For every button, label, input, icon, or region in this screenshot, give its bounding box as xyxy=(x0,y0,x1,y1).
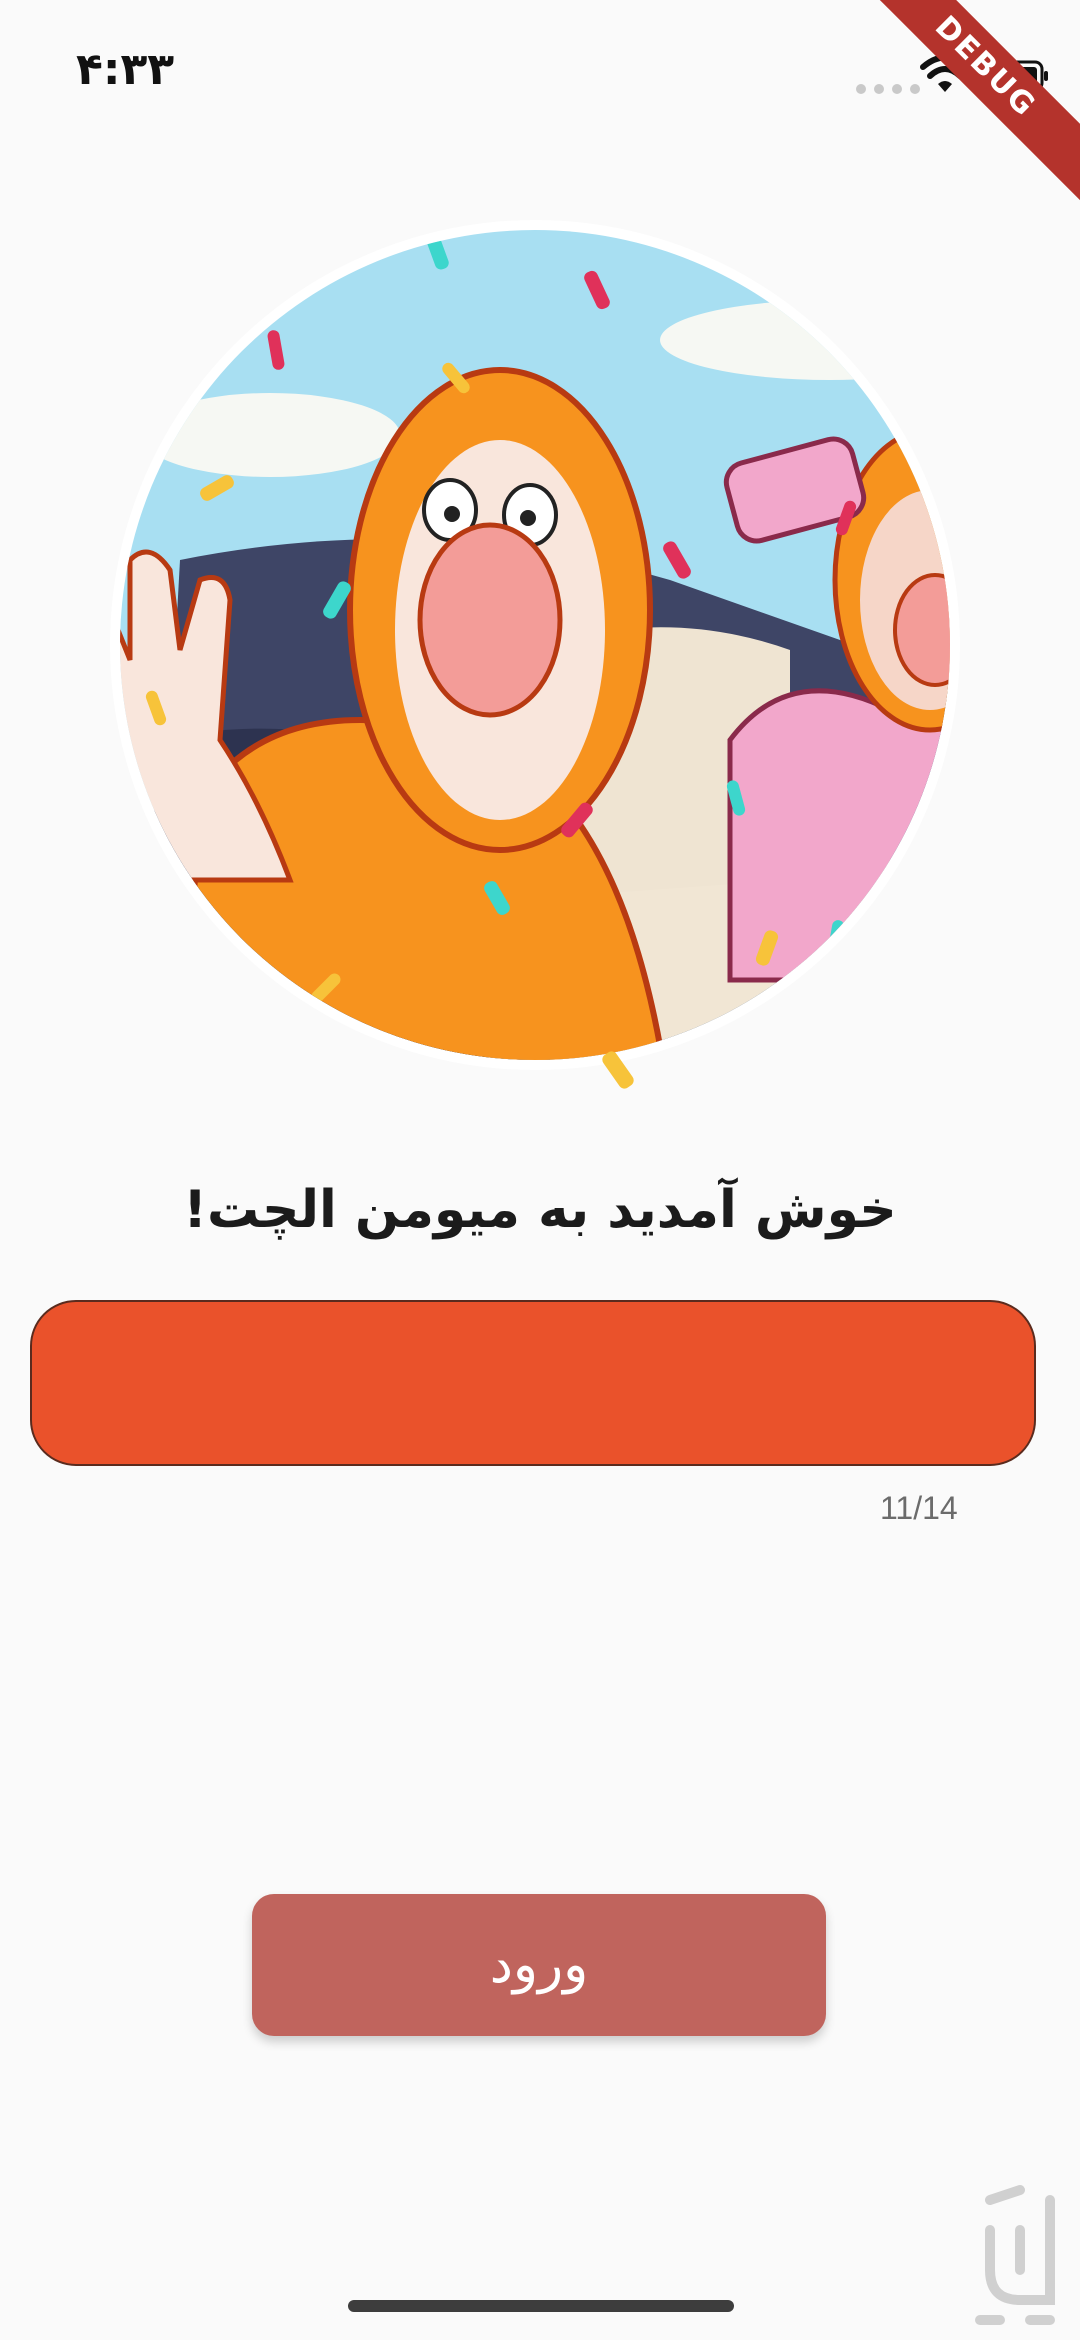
watermark-logo-icon xyxy=(975,2185,1055,2325)
character-counter: 11/14 xyxy=(880,1490,958,1526)
name-input[interactable] xyxy=(30,1300,1036,1466)
debug-banner: DEBUG xyxy=(849,0,1080,203)
welcome-title: خوش آمدید به میومن الچت! xyxy=(183,1180,897,1240)
status-time: ۴:۳۳ xyxy=(76,44,175,95)
celebration-illustration xyxy=(110,220,960,1089)
login-button[interactable]: ورود xyxy=(252,1894,826,2036)
home-indicator[interactable] xyxy=(348,2300,734,2312)
cellular-signal-icon xyxy=(856,84,920,94)
